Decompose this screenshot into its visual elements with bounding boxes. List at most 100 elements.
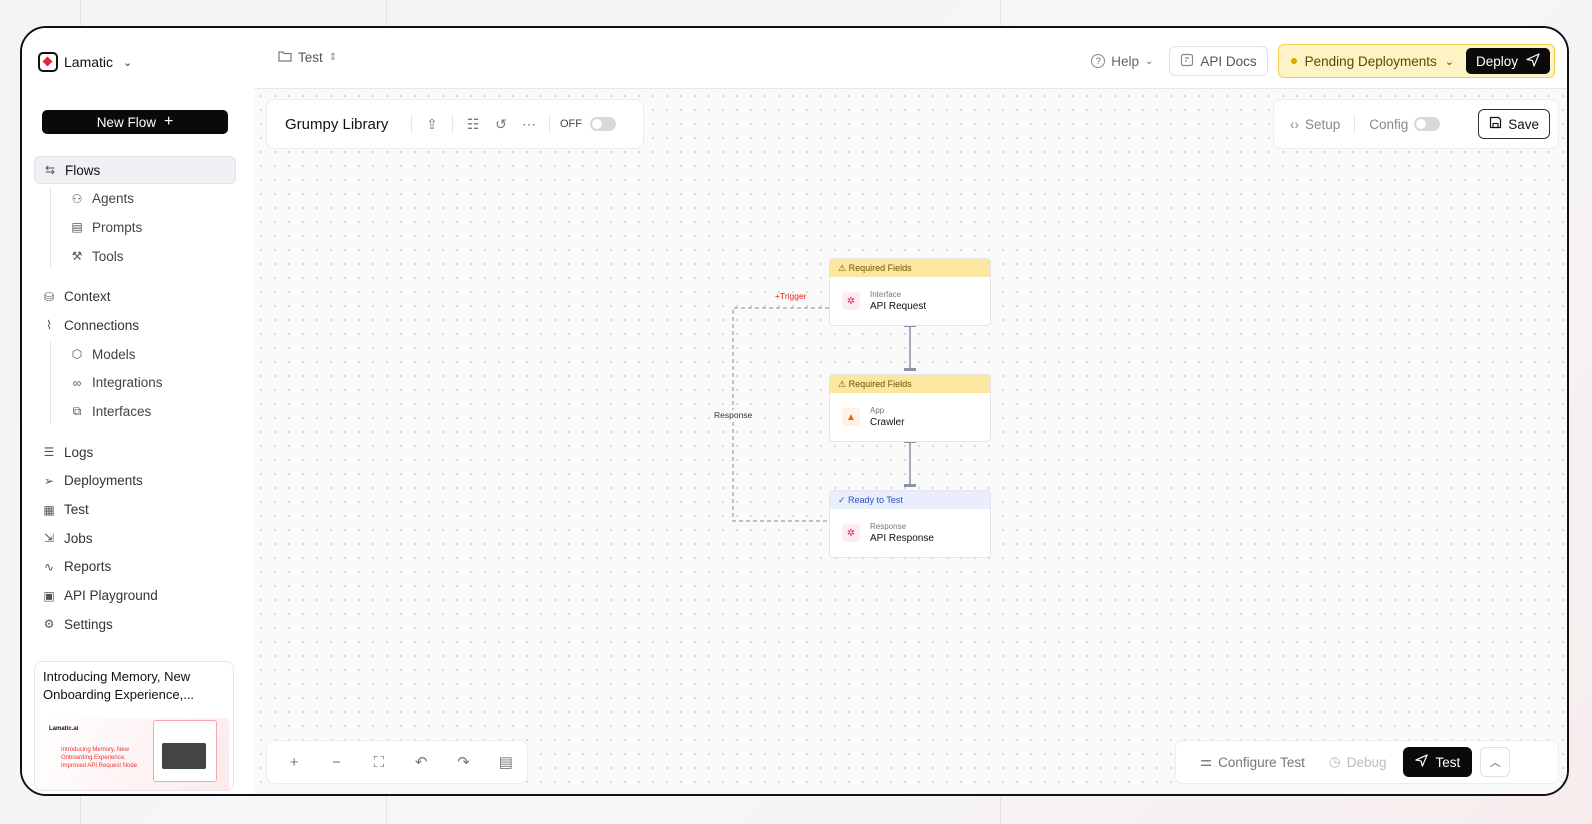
sidebar-item-interfaces[interactable]: ⧉ Interfaces <box>34 398 236 426</box>
announcement-image-text: Introducing Memory, New Onboarding Exper… <box>61 747 138 769</box>
required-fields-badge: ⚠ Required Fields <box>830 375 990 393</box>
flows-icon: ⇆ <box>44 163 56 177</box>
node-api-request[interactable]: ⚠ Required Fields ✲ Interface API Reques… <box>829 258 991 326</box>
api-icon: ✲ <box>842 292 860 310</box>
sidebar-item-api-playground[interactable]: ▣ API Playground <box>34 582 236 610</box>
sidebar-item-models[interactable]: ⬡ Models <box>34 340 236 368</box>
flow-canvas[interactable]: Grumpy Library ⇪ ☷ ↺ ⋯ OFF ‹› Setup Conf… <box>254 89 1567 794</box>
sidebar-item-test[interactable]: ▦ Test <box>34 496 236 524</box>
new-flow-button[interactable]: New Flow + <box>42 110 228 134</box>
sidebar-item-context[interactable]: ⛁ Context <box>34 283 236 311</box>
announcement-title: Introducing Memory, New Onboarding Exper… <box>43 669 195 702</box>
zoom-out-icon[interactable]: − <box>315 754 357 771</box>
fit-view-icon[interactable]: ⛶ <box>358 754 400 771</box>
workspace-switcher[interactable]: Lamatic ⌄ <box>38 50 132 74</box>
send-icon <box>1526 52 1540 70</box>
sidebar-item-jobs[interactable]: ⇲ Jobs <box>34 524 236 552</box>
chevron-down-icon: ⌄ <box>1144 55 1154 67</box>
help-label: Help <box>1111 53 1139 69</box>
trigger-label[interactable]: +Trigger <box>775 291 807 301</box>
sidebar-item-tools[interactable]: ⚒ Tools <box>34 242 236 270</box>
canvas-controls: + − ⛶ ↶ ↷ ▤ <box>266 740 528 784</box>
debug-button[interactable]: ◷ Debug <box>1329 754 1387 770</box>
api-docs-icon <box>1180 53 1194 70</box>
zoom-in-icon[interactable]: + <box>273 754 315 771</box>
interface-icon: ⧉ <box>72 404 82 418</box>
deploy-label: Deploy <box>1475 53 1518 69</box>
deploy-button[interactable]: Deploy <box>1465 48 1550 74</box>
debug-label: Debug <box>1346 754 1387 770</box>
sidebar-item-label: Tools <box>92 248 124 264</box>
sidebar-item-label: API Playground <box>64 588 158 604</box>
project-breadcrumb[interactable]: Test ⇕ <box>278 50 337 65</box>
node-type: Interface <box>870 290 902 299</box>
sidebar-item-label: Integrations <box>92 375 163 391</box>
plus-icon: + <box>163 113 174 130</box>
sidebar-item-logs[interactable]: ☰ Logs <box>34 438 236 466</box>
sidebar-item-label: Models <box>92 346 136 362</box>
pending-label: Pending Deployments <box>1304 53 1437 69</box>
sidebar-item-label: Reports <box>64 559 112 575</box>
announcement-card[interactable]: Introducing Memory, New Onboarding Exper… <box>34 661 234 791</box>
send-icon <box>1414 754 1428 770</box>
response-edge-label: Response <box>714 410 753 420</box>
test-button[interactable]: Test <box>1402 747 1473 777</box>
sidebar-item-label: Jobs <box>64 530 93 546</box>
sidebar: Lamatic ⌄ New Flow + ⇆ Flows ⚇ Agents ▤ … <box>22 28 255 794</box>
fire-icon: ▲ <box>842 408 860 426</box>
jobs-icon: ⇲ <box>43 531 55 546</box>
configure-test-button[interactable]: ⚌ Configure Test <box>1200 754 1305 770</box>
sidebar-nav: ⇆ Flows ⚇ Agents ▤ Prompts ⚒ Tools ⛁ Con… <box>34 156 236 639</box>
sidebar-item-reports[interactable]: ∿ Reports <box>34 553 236 581</box>
configure-test-label: Configure Test <box>1218 754 1305 770</box>
expand-panel-button[interactable]: ︿ <box>1480 747 1511 777</box>
sidebar-item-label: Logs <box>64 444 94 460</box>
list-icon: ☰ <box>43 445 55 460</box>
ready-to-test-badge: ✓ Ready to Test <box>830 491 990 509</box>
sidebar-item-agents[interactable]: ⚇ Agents <box>34 185 236 213</box>
chevron-down-icon: ⌄ <box>123 56 133 69</box>
breadcrumb-label: Test <box>298 50 323 65</box>
help-menu[interactable]: ? Help ⌄ <box>1085 54 1159 69</box>
notes-icon[interactable]: ▤ <box>485 753 527 771</box>
sidebar-item-connections[interactable]: ⌇ Connections <box>34 311 236 339</box>
sidebar-item-settings[interactable]: ⚙ Settings <box>34 610 236 638</box>
help-icon: ? <box>1091 54 1106 68</box>
node-api-response[interactable]: ✓ Ready to Test ✲ Response API Response <box>829 490 991 558</box>
sidebar-item-deployments[interactable]: ➢ Deployments <box>34 467 236 495</box>
required-fields-badge: ⚠ Required Fields <box>830 259 990 277</box>
sidebar-item-label: Test <box>64 502 89 518</box>
gear-icon: ⚙ <box>43 617 55 632</box>
announcement-screenshot <box>153 720 217 782</box>
clock-icon: ◷ <box>1328 754 1341 769</box>
link-icon: ∞ <box>72 375 82 390</box>
sidebar-item-prompts[interactable]: ▤ Prompts <box>34 213 236 241</box>
announcement-image: Lamatic.ai Introducing Memory, New Onboa… <box>41 718 229 790</box>
sidebar-item-flows[interactable]: ⇆ Flows <box>34 156 236 184</box>
undo-icon[interactable]: ↶ <box>400 753 442 771</box>
announcement-image-logo: Lamatic.ai <box>49 726 79 732</box>
node-crawler[interactable]: ⚠ Required Fields ▲ App Crawler <box>829 374 991 442</box>
redo-icon[interactable]: ↷ <box>442 753 484 771</box>
api-docs-button[interactable]: API Docs <box>1169 46 1268 76</box>
folder-icon <box>278 50 292 65</box>
node-title: API Response <box>870 533 934 544</box>
activity-icon: ∿ <box>43 559 55 574</box>
chevron-updown-icon: ⇕ <box>328 52 338 63</box>
brand-name: Lamatic <box>64 54 114 70</box>
api-icon: ✲ <box>842 524 860 542</box>
sidebar-item-label: Connections <box>64 317 140 333</box>
api-docs-label: API Docs <box>1200 53 1257 69</box>
pending-dot-icon <box>1290 58 1297 64</box>
send-icon: ➢ <box>43 473 55 488</box>
node-type: App <box>870 406 885 415</box>
flows-subgroup: ⚇ Agents ▤ Prompts ⚒ Tools <box>34 185 236 270</box>
node-title: API Request <box>870 301 927 312</box>
cube-icon: ⬡ <box>71 347 83 362</box>
chevron-up-icon: ︿ <box>1489 757 1501 769</box>
sidebar-item-integrations[interactable]: ∞ Integrations <box>34 369 236 397</box>
pending-deployments[interactable]: Pending Deployments ⌄ Deploy <box>1277 44 1555 78</box>
sliders-icon: ⚌ <box>1200 754 1213 769</box>
node-type: Response <box>870 522 907 531</box>
wrench-icon: ⚒ <box>71 249 83 264</box>
